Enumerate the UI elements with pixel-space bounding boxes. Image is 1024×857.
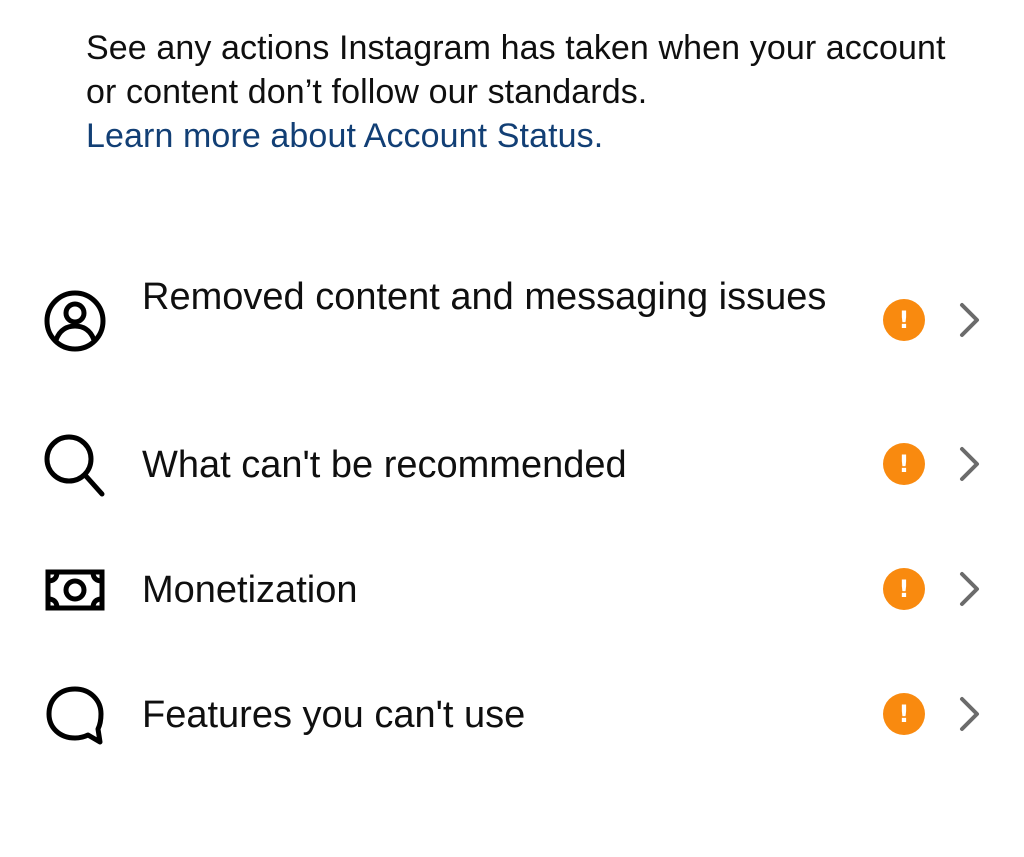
warning-badge: ! (883, 299, 925, 341)
warning-badge: ! (883, 443, 925, 485)
warning-badge: ! (883, 693, 925, 735)
list-item-features[interactable]: Features you can't use ! (0, 680, 1024, 750)
chevron-right-icon (954, 569, 984, 609)
chevron-right-icon (954, 300, 984, 340)
account-status-description: See any actions Instagram has taken when… (86, 26, 946, 158)
chat-bubble-icon (42, 682, 108, 748)
profile-circle-icon (42, 288, 108, 354)
list-item-not-recommended[interactable]: What can't be recommended ! (0, 430, 1024, 500)
list-item-label: Removed content and messaging issues (142, 276, 827, 318)
warning-badge: ! (883, 568, 925, 610)
list-item-label: What can't be recommended (142, 444, 627, 486)
list-item-label: Features you can't use (142, 694, 526, 736)
learn-more-link[interactable]: Learn more about Account Status. (86, 117, 603, 155)
list-item-removed-content[interactable]: Removed content and messaging issues ! (0, 270, 1024, 380)
search-icon (42, 432, 108, 498)
list-item-monetization[interactable]: Monetization ! (0, 555, 1024, 625)
money-icon (42, 557, 108, 623)
chevron-right-icon (954, 444, 984, 484)
list-item-label: Monetization (142, 569, 358, 611)
chevron-right-icon (954, 694, 984, 734)
description-text: See any actions Instagram has taken when… (86, 29, 946, 111)
